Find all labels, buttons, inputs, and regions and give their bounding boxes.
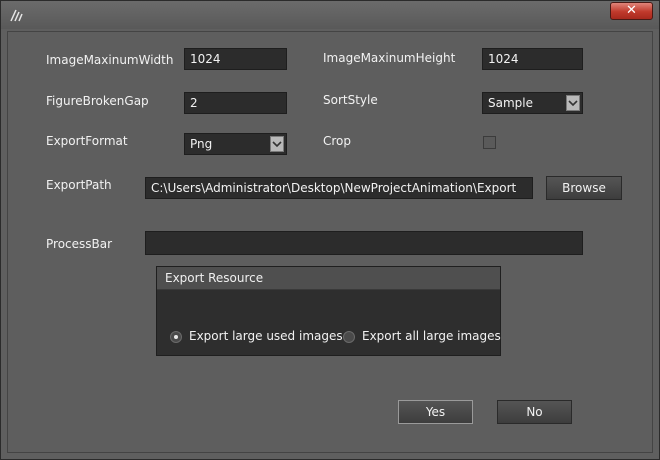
figure-broken-gap-input[interactable]: 2 (184, 92, 287, 114)
no-button[interactable]: No (497, 400, 572, 424)
close-button[interactable]: ✕ (610, 2, 653, 20)
process-bar-label: ProcessBar (46, 237, 113, 251)
export-all-images-radio[interactable] (343, 331, 355, 343)
browse-button[interactable]: Browse (546, 176, 622, 200)
figure-broken-gap-label: FigureBrokenGap (46, 94, 149, 108)
export-format-value: Png (190, 137, 213, 151)
app-logo-icon (10, 9, 23, 22)
export-resource-group: Export Resource Export large used images… (156, 266, 501, 356)
sort-style-label: SortStyle (323, 93, 378, 107)
export-used-images-radio[interactable] (170, 331, 182, 343)
title-bar[interactable]: ✕ (1, 1, 659, 29)
export-dialog-window: ✕ ImageMaxinumWidth 1024 ImageMaxinumHei… (0, 0, 660, 460)
export-used-images-label[interactable]: Export large used images (189, 329, 343, 343)
sort-style-select[interactable]: Sample (482, 92, 583, 114)
image-max-height-label: ImageMaxinumHeight (323, 51, 456, 65)
export-format-label: ExportFormat (46, 134, 128, 148)
export-resource-title: Export Resource (157, 267, 500, 290)
crop-label: Crop (323, 134, 352, 148)
image-max-width-input[interactable]: 1024 (184, 48, 287, 70)
export-format-select[interactable]: Png (184, 133, 287, 155)
export-path-input[interactable]: C:\Users\Administrator\Desktop\NewProjec… (145, 177, 533, 199)
export-path-label: ExportPath (46, 178, 112, 192)
image-max-height-input[interactable]: 1024 (482, 48, 583, 70)
sort-style-value: Sample (488, 96, 533, 110)
chevron-down-icon[interactable] (566, 95, 580, 111)
dialog-content: ImageMaxinumWidth 1024 ImageMaxinumHeigh… (7, 31, 653, 453)
chevron-down-icon[interactable] (270, 136, 284, 152)
process-bar (145, 231, 583, 255)
export-all-images-label[interactable]: Export all large images (362, 329, 501, 343)
image-max-width-label: ImageMaxinumWidth (46, 53, 174, 67)
yes-button[interactable]: Yes (398, 400, 473, 424)
crop-checkbox[interactable] (483, 136, 496, 149)
